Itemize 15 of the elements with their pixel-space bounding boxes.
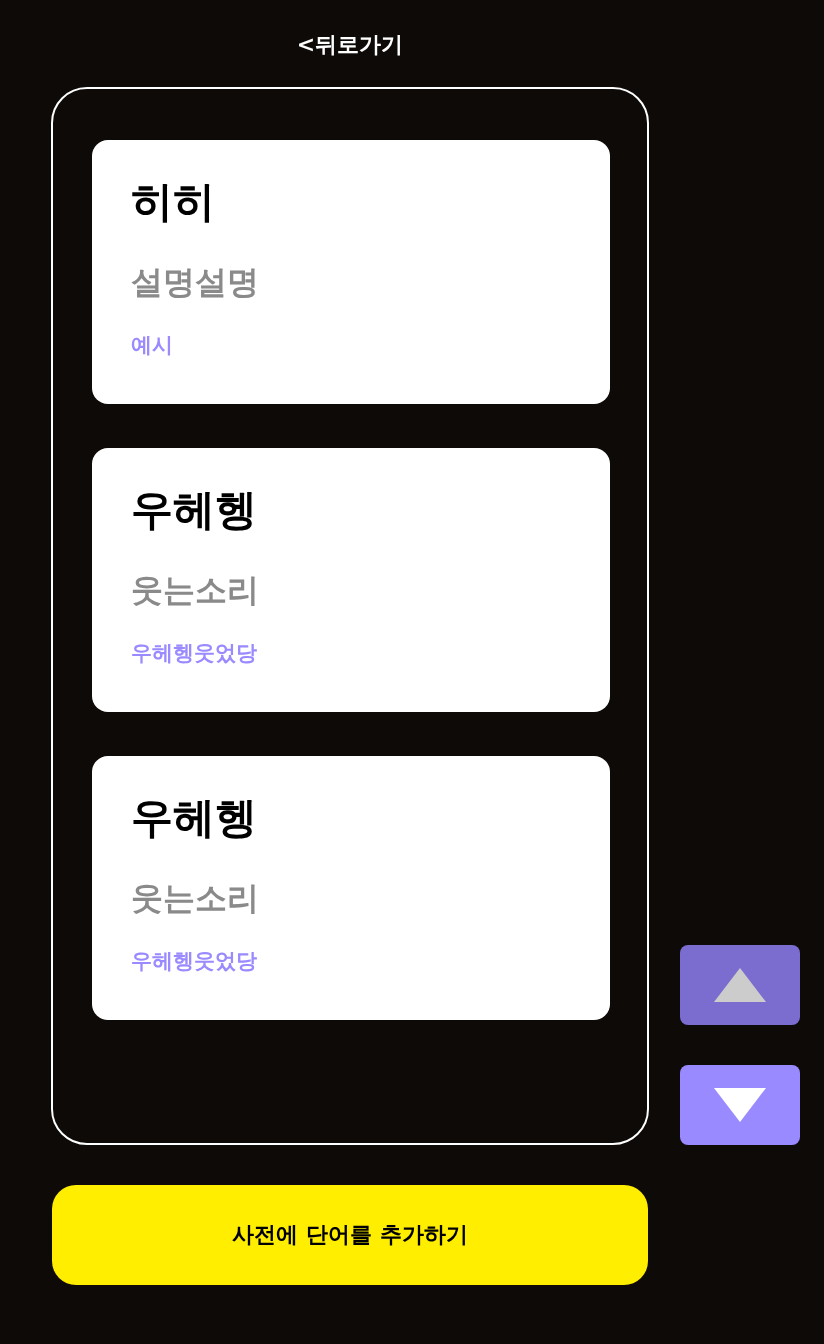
word-meaning: 웃는소리: [131, 570, 259, 610]
word-card[interactable]: 우헤헹 웃는소리 우헤헹웃었당: [92, 448, 610, 712]
word-title: 우헤헹: [131, 792, 257, 844]
word-title: 우헤헹: [131, 484, 257, 536]
add-word-button[interactable]: 사전에 단어를 추가하기: [52, 1185, 648, 1285]
back-link[interactable]: <뒤로가기: [296, 29, 404, 58]
word-meaning: 웃는소리: [131, 878, 259, 918]
word-example: 우헤헹웃었당: [131, 640, 257, 666]
word-example: 우헤헹웃었당: [131, 948, 257, 974]
word-meaning: 설명설명: [131, 262, 259, 302]
word-card[interactable]: 우헤헹 웃는소리 우헤헹웃었당: [92, 756, 610, 1020]
word-title: 히히: [131, 176, 215, 228]
word-example: 예시: [131, 332, 173, 358]
word-card[interactable]: 히히 설명설명 예시: [92, 140, 610, 404]
scroll-down-button[interactable]: [680, 1065, 800, 1145]
